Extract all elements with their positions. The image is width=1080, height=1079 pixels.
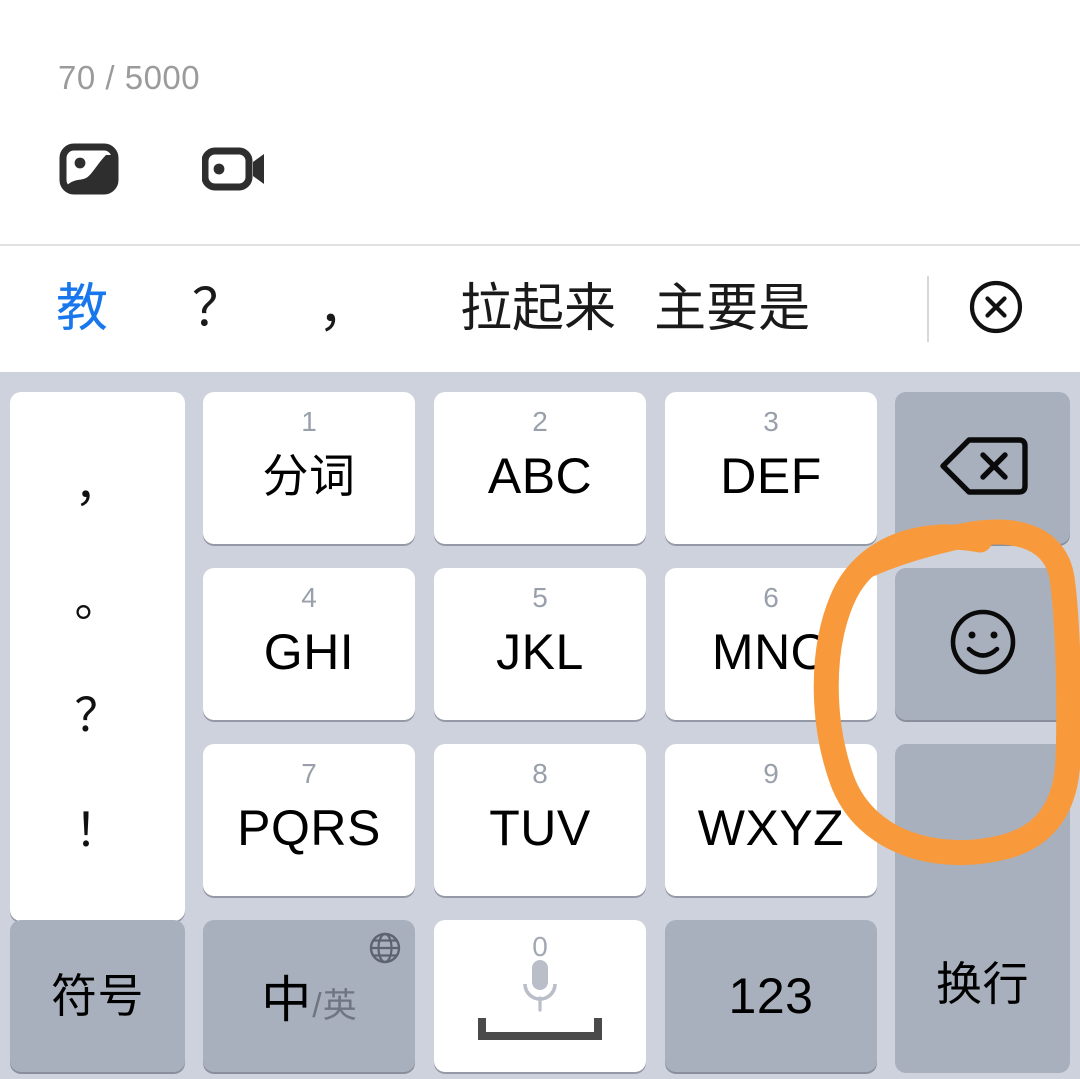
key-5-digit: 5 [532, 582, 548, 613]
enter-key[interactable]: 换行 [895, 744, 1070, 1073]
lang-zh: 中 [261, 972, 312, 1028]
video-attach-icon [201, 142, 268, 201]
key-2-abc[interactable]: 2 ABC [434, 392, 646, 544]
key-5-jkl[interactable]: 5 JKL [434, 568, 646, 720]
punctuation-period[interactable]: 。 [10, 577, 185, 623]
candidate-list: 教 ？ ， 拉起来 主要是 [0, 246, 810, 372]
keyboard: ， 。 ？ ！ 1 分词 2 ABC 3 DEF 4 GHI 5 JKL 6 M… [0, 372, 1080, 1079]
character-counter: 70 / 5000 [58, 59, 201, 96]
language-toggle-label: 中 / 英 [261, 960, 356, 1032]
video-attach-button[interactable] [201, 142, 268, 201]
key-7-label: PQRS [237, 800, 381, 856]
punctuation-question[interactable]: ？ [10, 692, 185, 738]
candidate-close-button[interactable] [965, 278, 1027, 340]
key-8-digit: 8 [532, 758, 548, 789]
key-3-def[interactable]: 3 DEF [665, 392, 877, 544]
key-7-pqrs[interactable]: 7 PQRS [203, 744, 415, 896]
key-7-digit: 7 [301, 758, 317, 789]
numeric-key[interactable]: 123 [665, 920, 877, 1072]
key-1-fenci[interactable]: 1 分词 [203, 392, 415, 544]
numeric-key-label: 123 [728, 968, 814, 1024]
candidate-item-2[interactable]: ， [318, 246, 370, 372]
key-4-digit: 4 [301, 582, 317, 613]
key-6-digit: 6 [763, 582, 779, 613]
candidate-item-1[interactable]: ？ [192, 246, 244, 372]
candidate-item-3[interactable]: 拉起来 [460, 246, 616, 372]
key-3-label: DEF [720, 448, 822, 504]
candidate-divider [927, 276, 929, 342]
key-9-wxyz[interactable]: 9 WXYZ [665, 744, 877, 896]
key-6-label: MNO [711, 624, 831, 680]
key-2-digit: 2 [532, 406, 548, 437]
compose-area: 70 / 5000 [0, 0, 1080, 246]
microphone-icon[interactable] [434, 954, 646, 1016]
key-9-label: WXYZ [697, 800, 845, 856]
candidate-item-4[interactable]: 主要是 [654, 246, 810, 372]
punctuation-comma[interactable]: ， [10, 462, 185, 508]
attachment-toolbar [58, 143, 266, 199]
key-2-label: ABC [487, 448, 593, 504]
key-3-digit: 3 [763, 406, 779, 437]
key-4-ghi[interactable]: 4 GHI [203, 568, 415, 720]
space-bar-icon [434, 1014, 646, 1044]
lang-slash: / [312, 987, 322, 1025]
key-8-tuv[interactable]: 8 TUV [434, 744, 646, 896]
globe-icon [367, 930, 403, 971]
emoji-key[interactable] [895, 568, 1070, 720]
symbols-key-label: 符号 [51, 970, 144, 1022]
backspace-icon [937, 434, 1029, 503]
image-attach-icon [59, 142, 119, 201]
candidate-item-0[interactable]: 教 [56, 246, 108, 372]
candidate-bar: 教 ？ ， 拉起来 主要是 [0, 246, 1080, 372]
smiley-face-icon [945, 604, 1021, 685]
language-toggle-key[interactable]: 中 / 英 [203, 920, 415, 1072]
enter-key-label: 换行 [936, 957, 1029, 1010]
lang-en: 英 [322, 987, 357, 1025]
image-attach-button[interactable] [58, 143, 120, 199]
key-5-label: JKL [496, 624, 584, 680]
punctuation-key[interactable]: ， 。 ？ ！ [10, 392, 185, 921]
key-9-digit: 9 [763, 758, 779, 789]
punctuation-exclaim[interactable]: ！ [10, 807, 185, 853]
key-1-label: 分词 [262, 450, 356, 502]
symbols-key[interactable]: 符号 [10, 920, 185, 1072]
key-4-label: GHI [263, 624, 355, 680]
key-6-mno[interactable]: 6 MNO [665, 568, 877, 720]
circle-x-icon [967, 278, 1025, 341]
space-key[interactable]: 0 [434, 920, 646, 1072]
backspace-key[interactable] [895, 392, 1070, 544]
key-1-digit: 1 [301, 406, 317, 437]
key-8-label: TUV [489, 800, 591, 856]
